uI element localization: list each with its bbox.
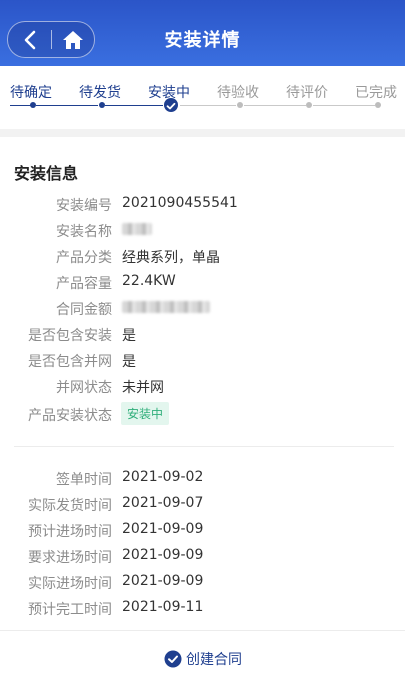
date-value: 2021-09-09 bbox=[122, 573, 204, 589]
redacted-contract-amount bbox=[122, 301, 210, 313]
step-connector bbox=[36, 105, 98, 106]
step-connector bbox=[244, 105, 306, 106]
date-value: 2021-09-02 bbox=[122, 469, 204, 485]
section-title: 安装信息 bbox=[14, 164, 79, 183]
field-label: 产品分类 bbox=[56, 250, 112, 266]
field-label: 要求进场时间 bbox=[28, 550, 112, 566]
step-connector bbox=[180, 105, 236, 106]
field-label: 是否包含并网 bbox=[28, 354, 112, 370]
step-label: 待确定 bbox=[10, 85, 52, 101]
divider bbox=[14, 446, 394, 447]
field-label: 实际发货时间 bbox=[28, 498, 112, 514]
product-capacity: 22.4KW bbox=[122, 273, 176, 289]
date-value: 2021-09-09 bbox=[122, 521, 204, 537]
redacted-install-name bbox=[122, 223, 152, 235]
step-label: 待发货 bbox=[79, 85, 121, 101]
app-header: 安装详情 bbox=[0, 0, 405, 66]
date-value: 2021-09-09 bbox=[122, 547, 204, 563]
step-label: 已完成 bbox=[355, 85, 397, 101]
check-circle-icon bbox=[164, 650, 182, 668]
install-number: 2021090455541 bbox=[122, 195, 238, 211]
create-contract-label: 创建合同 bbox=[186, 652, 242, 668]
step-dot bbox=[237, 102, 243, 108]
step-label: 待验收 bbox=[217, 85, 259, 101]
date-value: 2021-09-07 bbox=[122, 495, 204, 511]
field-label: 并网状态 bbox=[56, 380, 112, 396]
field-label: 预计完工时间 bbox=[28, 602, 112, 618]
field-label: 安装编号 bbox=[56, 198, 112, 214]
step-dot bbox=[375, 102, 381, 108]
page-title: 安装详情 bbox=[164, 30, 241, 51]
step-label: 待评价 bbox=[286, 85, 328, 101]
bottom-bar: 创建合同 bbox=[0, 630, 405, 684]
field-label: 产品容量 bbox=[56, 276, 112, 292]
field-label: 是否包含安装 bbox=[28, 328, 112, 344]
includes-installation: 是 bbox=[122, 328, 136, 344]
field-label: 预计进场时间 bbox=[28, 524, 112, 540]
grid-status: 未并网 bbox=[122, 380, 164, 396]
date-value: 2021-09-11 bbox=[122, 599, 204, 615]
step-connector bbox=[10, 105, 32, 106]
field-label: 产品安装状态 bbox=[28, 408, 112, 424]
field-label: 实际进场时间 bbox=[28, 576, 112, 592]
field-label: 合同金额 bbox=[56, 302, 112, 318]
section-gap bbox=[0, 129, 405, 137]
progress-steps: 待确定 待发货 安装中 待验收 待评价 已完成 bbox=[0, 66, 405, 120]
step-connector bbox=[105, 105, 163, 106]
field-label: 签单时间 bbox=[56, 472, 112, 488]
product-category: 经典系列，单晶 bbox=[122, 250, 220, 266]
field-label: 安装名称 bbox=[56, 224, 112, 240]
status-badge: 安装中 bbox=[121, 402, 170, 425]
step-dot bbox=[306, 102, 312, 108]
step-connector bbox=[313, 105, 375, 106]
includes-grid-connection: 是 bbox=[122, 354, 136, 370]
create-contract-button[interactable]: 创建合同 bbox=[164, 649, 242, 669]
check-circle-icon bbox=[164, 98, 178, 112]
